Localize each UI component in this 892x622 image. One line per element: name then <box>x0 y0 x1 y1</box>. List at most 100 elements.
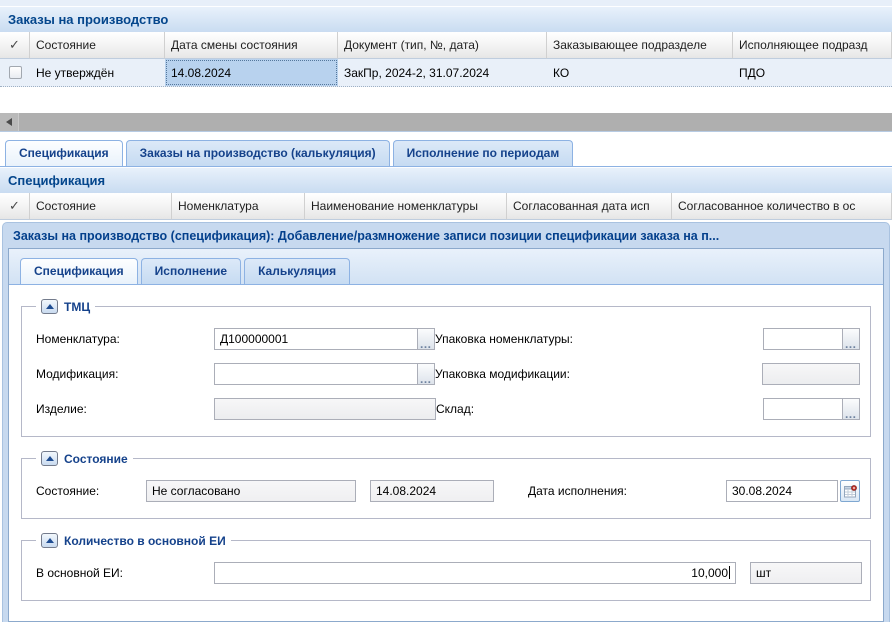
row-checkbox[interactable] <box>9 66 22 79</box>
modification-input[interactable] <box>214 363 418 385</box>
tab-execution-by-periods[interactable]: Исполнение по периодам <box>393 140 574 166</box>
column-header-state[interactable]: Состояние <box>30 32 165 59</box>
modification-lookup-button[interactable]: … <box>417 363 435 385</box>
check-icon: ✓ <box>9 198 20 213</box>
dialog-tab-bar: Спецификация Исполнение Калькуляция <box>9 249 883 285</box>
column-header-executing-dept[interactable]: Исполняющее подразд <box>733 32 892 59</box>
nomenclature-field: Д100000001 … <box>214 328 435 350</box>
quantity-input[interactable]: 10,000 <box>214 562 736 584</box>
packaging-nomenclature-label: Упаковка номенклатуры: <box>435 332 573 346</box>
product-input-disabled <box>214 398 436 420</box>
spec-grid-header: ✓ Состояние Номенклатура Наименование но… <box>0 193 892 220</box>
add-record-dialog: Заказы на производство (спецификация): Д… <box>2 222 890 622</box>
dialog-tab-specification[interactable]: Спецификация <box>20 258 138 284</box>
fieldset-tmc: ТМЦ Номенклатура: Д100000001 … Упаковка … <box>21 299 871 437</box>
collapse-button[interactable] <box>41 299 58 314</box>
collapse-arrow-icon <box>46 304 54 309</box>
execution-date-input[interactable]: 30.08.2024 <box>726 480 838 502</box>
warehouse-lookup-button[interactable]: … <box>842 398 860 420</box>
state-readonly-input: Не согласовано <box>146 480 356 502</box>
form-row: Номенклатура: Д100000001 … Упаковка номе… <box>30 327 862 351</box>
modification-field: … <box>214 363 435 385</box>
column-header-document[interactable]: Документ (тип, №, дата) <box>338 32 547 59</box>
spec-check-column-header[interactable]: ✓ <box>0 193 30 220</box>
execution-date-field: 30.08.2024 <box>726 480 860 502</box>
spec-panel-title: Спецификация <box>0 167 892 193</box>
ellipsis-icon: … <box>420 375 433 384</box>
form-row: Модификация: … Упаковка модификации: <box>30 362 862 386</box>
grid-empty-area <box>0 87 892 113</box>
collapse-button[interactable] <box>41 533 58 548</box>
dialog-body: Спецификация Исполнение Калькуляция ТМЦ … <box>8 248 884 622</box>
quantity-label: В основной ЕИ: <box>30 566 214 580</box>
scroll-left-button[interactable] <box>0 113 18 131</box>
nomenclature-input[interactable]: Д100000001 <box>214 328 418 350</box>
spec-column-header-agreed-quantity[interactable]: Согласованное количество в ос <box>672 193 892 220</box>
ellipsis-icon: … <box>420 340 433 349</box>
fieldset-state: Состояние Состояние: Не согласовано 14.0… <box>21 451 871 519</box>
fieldset-tmc-title: ТМЦ <box>64 300 90 314</box>
horizontal-scrollbar[interactable] <box>0 113 892 132</box>
dialog-tab-calculation[interactable]: Калькуляция <box>244 258 350 284</box>
date-picker-button[interactable] <box>840 480 860 502</box>
fieldset-quantity-legend: Количество в основной ЕИ <box>36 533 231 548</box>
collapse-arrow-icon <box>46 456 54 461</box>
fieldset-quantity-title: Количество в основной ЕИ <box>64 534 226 548</box>
text-cursor <box>729 566 730 579</box>
scroll-left-arrow-icon <box>6 118 12 126</box>
bottom-tab-bar: Спецификация Заказы на производство (кал… <box>0 138 892 167</box>
ellipsis-icon: … <box>845 340 858 349</box>
spec-column-header-nomenclature-name[interactable]: Наименование номенклатуры <box>305 193 507 220</box>
product-label: Изделие: <box>30 402 214 416</box>
tab-orders-calculation[interactable]: Заказы на производство (калькуляция) <box>126 140 390 166</box>
packaging-nomenclature-lookup-button[interactable]: … <box>842 328 860 350</box>
packaging-nomenclature-field: … <box>763 328 860 350</box>
nomenclature-lookup-button[interactable]: … <box>417 328 435 350</box>
spec-column-header-state[interactable]: Состояние <box>30 193 172 220</box>
form-row: Состояние: Не согласовано 14.08.2024 Дат… <box>30 479 862 503</box>
fieldset-quantity: Количество в основной ЕИ В основной ЕИ: … <box>21 533 871 601</box>
app-window: Заказы на производство ✓ Состояние Дата … <box>0 0 892 622</box>
orders-grid-header: ✓ Состояние Дата смены состояния Докумен… <box>0 32 892 59</box>
nomenclature-label: Номенклатура: <box>30 332 214 346</box>
cell-state[interactable]: Не утверждён <box>30 59 165 86</box>
cell-ordering-dept[interactable]: КО <box>547 59 733 86</box>
check-icon: ✓ <box>9 37 20 52</box>
product-field <box>214 398 436 420</box>
form-row: В основной ЕИ: 10,000 шт <box>30 561 862 585</box>
state-field: Не согласовано <box>146 480 356 502</box>
packaging-modification-field <box>762 363 860 385</box>
unit-field: шт <box>736 562 862 584</box>
warehouse-input[interactable] <box>763 398 843 420</box>
calendar-icon <box>844 485 857 498</box>
collapse-arrow-icon <box>46 538 54 543</box>
form-row: Изделие: Склад: … <box>30 397 862 421</box>
collapse-button[interactable] <box>41 451 58 466</box>
orders-panel-title: Заказы на производство <box>0 6 892 32</box>
tab-specification[interactable]: Спецификация <box>5 140 123 166</box>
packaging-nomenclature-input[interactable] <box>763 328 843 350</box>
packaging-modification-label: Упаковка модификации: <box>435 367 570 381</box>
fieldset-state-legend: Состояние <box>36 451 133 466</box>
state-label: Состояние: <box>30 484 146 498</box>
spec-column-header-nomenclature[interactable]: Номенклатура <box>172 193 305 220</box>
execution-date-label: Дата исполнения: <box>528 484 627 498</box>
orders-table-row: Не утверждён 14.08.2024 ЗакПр, 2024-2, 3… <box>0 59 892 87</box>
column-header-ordering-dept[interactable]: Заказывающее подразделе <box>547 32 733 59</box>
fieldset-tmc-legend: ТМЦ <box>36 299 95 314</box>
quantity-field: 10,000 <box>214 562 736 584</box>
dialog-title: Заказы на производство (спецификация): Д… <box>8 223 884 248</box>
scrollbar-thumb[interactable] <box>18 113 892 131</box>
unit-readonly-input: шт <box>750 562 862 584</box>
column-header-state-date[interactable]: Дата смены состояния <box>165 32 338 59</box>
dialog-tab-execution[interactable]: Исполнение <box>141 258 241 284</box>
cell-document[interactable]: ЗакПр, 2024-2, 31.07.2024 <box>338 59 547 86</box>
check-column-header[interactable]: ✓ <box>0 32 30 59</box>
warehouse-label: Склад: <box>436 402 474 416</box>
spec-column-header-agreed-date[interactable]: Согласованная дата исп <box>507 193 672 220</box>
cell-executing-dept[interactable]: ПДО <box>733 59 892 86</box>
state-date-readonly-input: 14.08.2024 <box>370 480 494 502</box>
fieldset-state-title: Состояние <box>64 452 128 466</box>
row-check-cell <box>0 59 30 86</box>
cell-state-date-selected[interactable]: 14.08.2024 <box>165 59 338 86</box>
